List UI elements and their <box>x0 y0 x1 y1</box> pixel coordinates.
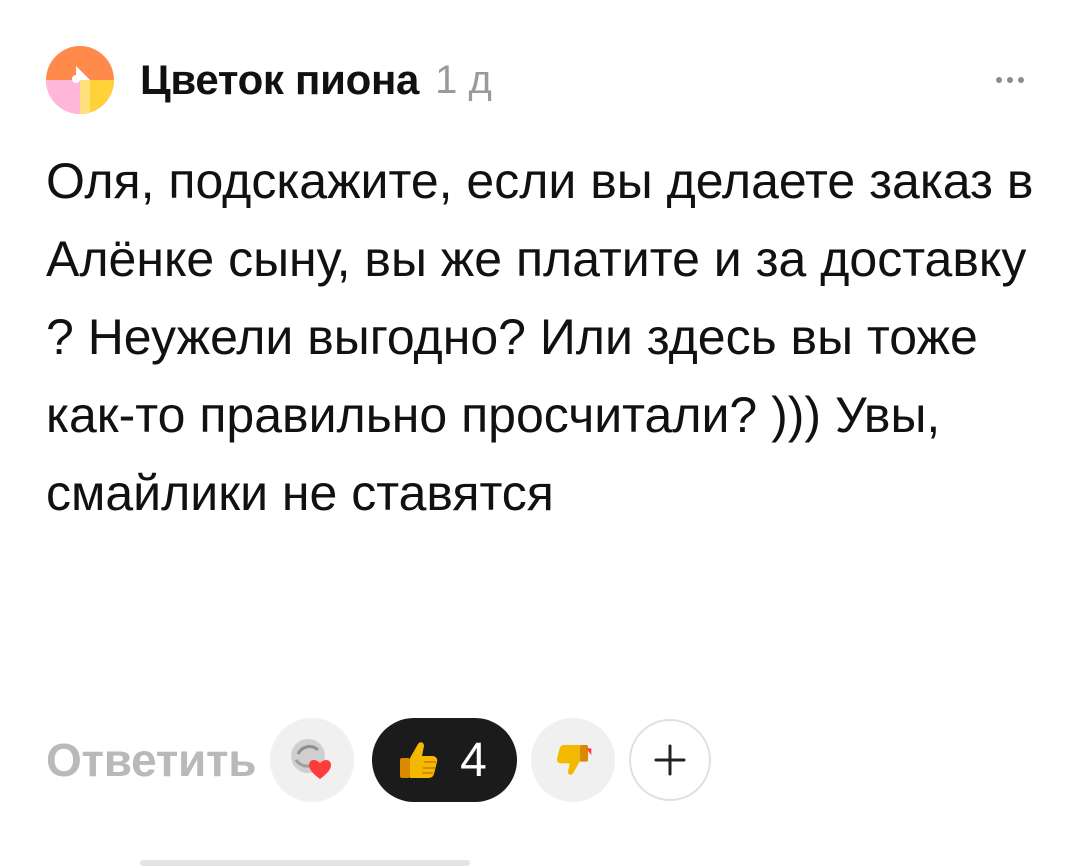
comment-actions: Ответить 4 <box>46 714 1036 806</box>
flower-avatar-icon <box>46 46 114 114</box>
plus-icon <box>654 744 686 776</box>
reply-button[interactable]: Ответить <box>46 733 256 787</box>
thumbs-up-icon <box>400 742 438 778</box>
next-comment-preview <box>140 852 470 867</box>
thumbs-down-icon <box>556 745 592 775</box>
author-avatar[interactable] <box>46 46 114 114</box>
heart-sticker-icon <box>291 739 332 779</box>
author-name[interactable]: Цветок пиона <box>140 56 419 104</box>
more-dots-icon[interactable] <box>990 60 1030 100</box>
likes-count: 4 <box>460 733 487 787</box>
sticker-reaction-button[interactable] <box>270 718 355 802</box>
comment-header: Цветок пиона 1 д <box>46 40 1030 120</box>
like-button[interactable]: 4 <box>372 718 517 802</box>
comment-text: Оля, подскажите, если вы делаете заказ в… <box>46 153 1034 521</box>
dislike-button[interactable] <box>530 718 615 802</box>
add-reaction-button[interactable] <box>628 719 711 801</box>
comment-time: 1 д <box>435 57 492 102</box>
